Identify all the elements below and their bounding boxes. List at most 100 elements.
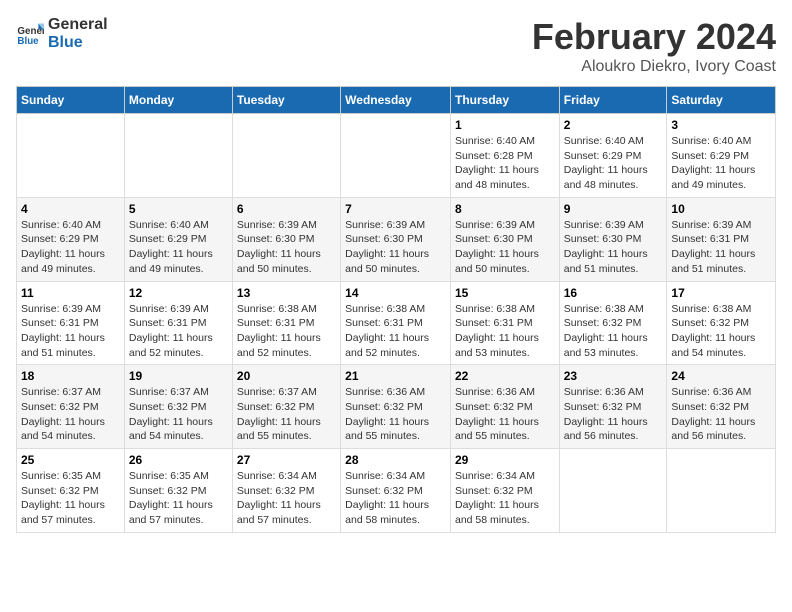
day-number: 14 — [345, 286, 446, 300]
day-number: 20 — [237, 369, 336, 383]
day-detail: Sunrise: 6:36 AMSunset: 6:32 PMDaylight:… — [455, 385, 555, 444]
day-number: 6 — [237, 202, 336, 216]
header-wednesday: Wednesday — [341, 87, 451, 114]
header-saturday: Saturday — [667, 87, 776, 114]
day-detail: Sunrise: 6:38 AMSunset: 6:32 PMDaylight:… — [564, 302, 663, 361]
calendar-cell: 28 Sunrise: 6:34 AMSunset: 6:32 PMDayligh… — [341, 449, 451, 533]
day-number: 25 — [21, 453, 120, 467]
calendar-table: SundayMondayTuesdayWednesdayThursdayFrid… — [16, 86, 776, 533]
calendar-cell: 19 Sunrise: 6:37 AMSunset: 6:32 PMDayligh… — [124, 365, 232, 449]
day-detail: Sunrise: 6:36 AMSunset: 6:32 PMDaylight:… — [345, 385, 446, 444]
calendar-cell: 25Sunrise: 6:35 AMSunset: 6:32 PMDayligh… — [17, 449, 125, 533]
day-number: 7 — [345, 202, 446, 216]
day-number: 16 — [564, 286, 663, 300]
day-number: 27 — [237, 453, 336, 467]
calendar-cell: 10Sunrise: 6:39 AMSunset: 6:31 PMDayligh… — [667, 197, 776, 281]
title-area: February 2024 Aloukro Diekro, Ivory Coas… — [532, 16, 776, 76]
day-detail: Sunrise: 6:39 AMSunset: 6:31 PMDaylight:… — [671, 218, 771, 277]
day-detail: Sunrise: 6:39 AMSunset: 6:31 PMDaylight:… — [21, 302, 120, 361]
page-subtitle: Aloukro Diekro, Ivory Coast — [532, 58, 776, 76]
calendar-cell — [667, 449, 776, 533]
day-detail: Sunrise: 6:38 AMSunset: 6:31 PMDaylight:… — [455, 302, 555, 361]
header-tuesday: Tuesday — [232, 87, 340, 114]
day-number: 5 — [129, 202, 228, 216]
calendar-cell: 11 Sunrise: 6:39 AMSunset: 6:31 PMDayligh… — [17, 281, 125, 365]
calendar-cell: 21 Sunrise: 6:36 AMSunset: 6:32 PMDayligh… — [341, 365, 451, 449]
calendar-week-5: 25 Sunrise: 6:35 AMSunset: 6:32 PMDayligh… — [17, 449, 776, 533]
calendar-cell: 5 Sunrise: 6:40 AMSunset: 6:29 PMDaylight… — [124, 197, 232, 281]
calendar-cell: 23 Sunrise: 6:36 AMSunset: 6:32 PMDayligh… — [559, 365, 667, 449]
calendar-cell: 1Sunrise: 6:40 AMSunset: 6:28 PMDaylight… — [450, 114, 559, 198]
calendar-week-4: 18 Sunrise: 6:37 AMSunset: 6:32 PMDayligh… — [17, 365, 776, 449]
day-detail: Sunrise: 6:34 AMSunset: 6:32 PMDaylight:… — [345, 469, 446, 528]
logo-icon: General Blue — [16, 20, 44, 48]
day-detail: Sunrise: 6:39 AMSunset: 6:31 PMDaylight:… — [129, 302, 228, 361]
day-detail: Sunrise: 6:37 AMSunset: 6:32 PMDaylight:… — [129, 385, 228, 444]
day-number: 21 — [345, 369, 446, 383]
day-number: 23 — [564, 369, 663, 383]
day-number: 3 — [671, 118, 771, 132]
calendar-week-2: 4 Sunrise: 6:40 AMSunset: 6:29 PMDaylight… — [17, 197, 776, 281]
day-number: 8 — [455, 202, 555, 216]
day-detail: Sunrise: 6:36 AMSunset: 6:32 PMDaylight:… — [564, 385, 663, 444]
calendar-cell: 27 Sunrise: 6:34 AMSunset: 6:32 PMDayligh… — [232, 449, 340, 533]
day-detail: Sunrise: 6:40 AMSunset: 6:29 PMDaylight:… — [671, 134, 771, 193]
calendar-week-1: 1Sunrise: 6:40 AMSunset: 6:28 PMDaylight… — [17, 114, 776, 198]
page-header: General Blue General Blue February 2024 … — [16, 16, 776, 76]
calendar-cell — [124, 114, 232, 198]
day-number: 1 — [455, 118, 555, 132]
day-detail: Sunrise: 6:39 AMSunset: 6:30 PMDaylight:… — [564, 218, 663, 277]
calendar-cell: 7Sunrise: 6:39 AMSunset: 6:30 PMDaylight… — [341, 197, 451, 281]
calendar-cell: 17 Sunrise: 6:38 AMSunset: 6:32 PMDayligh… — [667, 281, 776, 365]
day-number: 12 — [129, 286, 228, 300]
day-detail: Sunrise: 6:39 AMSunset: 6:30 PMDaylight:… — [455, 218, 555, 277]
day-number: 4 — [21, 202, 120, 216]
day-detail: Sunrise: 6:38 AMSunset: 6:31 PMDaylight:… — [345, 302, 446, 361]
day-detail: Sunrise: 6:34 AMSunset: 6:32 PMDaylight:… — [237, 469, 336, 528]
day-number: 9 — [564, 202, 663, 216]
day-detail: Sunrise: 6:34 AMSunset: 6:32 PMDaylight:… — [455, 469, 555, 528]
calendar-cell: 22 Sunrise: 6:36 AMSunset: 6:32 PMDayligh… — [450, 365, 559, 449]
calendar-cell: 13Sunrise: 6:38 AMSunset: 6:31 PMDayligh… — [232, 281, 340, 365]
day-number: 18 — [21, 369, 120, 383]
calendar-cell: 6Sunrise: 6:39 AMSunset: 6:30 PMDaylight… — [232, 197, 340, 281]
calendar-cell — [232, 114, 340, 198]
calendar-cell: 8 Sunrise: 6:39 AMSunset: 6:30 PMDaylight… — [450, 197, 559, 281]
calendar-cell — [559, 449, 667, 533]
calendar-cell: 18 Sunrise: 6:37 AMSunset: 6:32 PMDayligh… — [17, 365, 125, 449]
day-number: 17 — [671, 286, 771, 300]
day-number: 15 — [455, 286, 555, 300]
calendar-cell: 16 Sunrise: 6:38 AMSunset: 6:32 PMDayligh… — [559, 281, 667, 365]
day-number: 22 — [455, 369, 555, 383]
day-number: 29 — [455, 453, 555, 467]
header-thursday: Thursday — [450, 87, 559, 114]
header-sunday: Sunday — [17, 87, 125, 114]
calendar-cell: 24Sunrise: 6:36 AMSunset: 6:32 PMDayligh… — [667, 365, 776, 449]
calendar-cell — [341, 114, 451, 198]
svg-text:Blue: Blue — [17, 35, 39, 46]
day-detail: Sunrise: 6:40 AMSunset: 6:29 PMDaylight:… — [129, 218, 228, 277]
day-number: 19 — [129, 369, 228, 383]
day-detail: Sunrise: 6:37 AMSunset: 6:32 PMDaylight:… — [21, 385, 120, 444]
calendar-cell — [17, 114, 125, 198]
day-number: 28 — [345, 453, 446, 467]
calendar-cell: 20Sunrise: 6:37 AMSunset: 6:32 PMDayligh… — [232, 365, 340, 449]
day-detail: Sunrise: 6:38 AMSunset: 6:31 PMDaylight:… — [237, 302, 336, 361]
calendar-cell: 2Sunrise: 6:40 AMSunset: 6:29 PMDaylight… — [559, 114, 667, 198]
calendar-cell: 14 Sunrise: 6:38 AMSunset: 6:31 PMDayligh… — [341, 281, 451, 365]
logo: General Blue General Blue — [16, 16, 108, 51]
calendar-cell: 12 Sunrise: 6:39 AMSunset: 6:31 PMDayligh… — [124, 281, 232, 365]
page-title: February 2024 — [532, 16, 776, 58]
calendar-cell: 29 Sunrise: 6:34 AMSunset: 6:32 PMDayligh… — [450, 449, 559, 533]
day-number: 11 — [21, 286, 120, 300]
header-friday: Friday — [559, 87, 667, 114]
calendar-cell: 3 Sunrise: 6:40 AMSunset: 6:29 PMDaylight… — [667, 114, 776, 198]
day-detail: Sunrise: 6:40 AMSunset: 6:29 PMDaylight:… — [21, 218, 120, 277]
day-detail: Sunrise: 6:38 AMSunset: 6:32 PMDaylight:… — [671, 302, 771, 361]
calendar-cell: 9 Sunrise: 6:39 AMSunset: 6:30 PMDaylight… — [559, 197, 667, 281]
calendar-header-row: SundayMondayTuesdayWednesdayThursdayFrid… — [17, 87, 776, 114]
day-detail: Sunrise: 6:40 AMSunset: 6:29 PMDaylight:… — [564, 134, 663, 193]
day-number: 24 — [671, 369, 771, 383]
day-detail: Sunrise: 6:35 AMSunset: 6:32 PMDaylight:… — [129, 469, 228, 528]
day-number: 26 — [129, 453, 228, 467]
